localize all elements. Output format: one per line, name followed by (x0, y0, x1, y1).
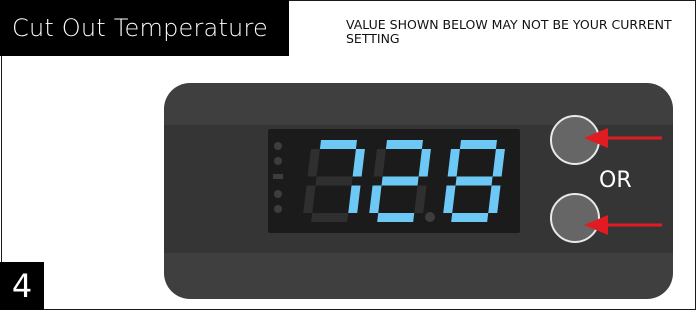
page-title-text: Cut Out Temperature (12, 14, 268, 42)
indicator-led-5 (274, 205, 282, 213)
arrow-down-button-icon (584, 215, 662, 235)
digit-0-seg-e (303, 185, 316, 213)
or-label: OR (599, 168, 632, 193)
digit-0-seg-g (315, 176, 353, 186)
indicator-led-4 (274, 190, 282, 198)
digit-1-seg-f (373, 149, 386, 177)
decimal-point (425, 212, 435, 222)
thermostat-controller (164, 83, 673, 299)
digit-1-seg-c (414, 185, 427, 213)
digit-1-seg-d (377, 213, 415, 222)
digit-1-seg-a (385, 140, 423, 149)
digit-0-seg-c (348, 185, 361, 213)
page-title: Cut Out Temperature (0, 0, 289, 56)
digit-0-seg-f (307, 149, 320, 177)
step-number-badge: 4 (0, 262, 44, 310)
temperature-display (268, 129, 520, 233)
digit-1-seg-b (418, 149, 431, 177)
step-number: 4 (11, 267, 33, 305)
digit-2-seg-f (447, 149, 460, 177)
digit-2-seg-a (459, 140, 497, 149)
digit-0-seg-d (311, 213, 349, 222)
indicator-led-2 (274, 157, 282, 165)
digit-2-seg-d (451, 213, 489, 222)
indicator-led-1 (274, 142, 282, 150)
arrow-up-button-icon (584, 128, 662, 148)
digit-2-seg-e (443, 185, 456, 213)
digit-0-seg-a (319, 140, 357, 149)
display-digits (303, 140, 505, 222)
digit-1-seg-g (381, 176, 419, 186)
digit-2-seg-c (488, 185, 501, 213)
digit-2-seg-b (492, 149, 505, 177)
digit-1-seg-e (369, 185, 382, 213)
digit-0-seg-b (352, 149, 365, 177)
setting-notice: VALUE SHOWN BELOW MAY NOT BE YOUR CURREN… (346, 17, 672, 46)
seven-segment-display (273, 140, 505, 222)
indicator-led-3 (273, 174, 283, 179)
digit-2-seg-g (455, 176, 493, 186)
